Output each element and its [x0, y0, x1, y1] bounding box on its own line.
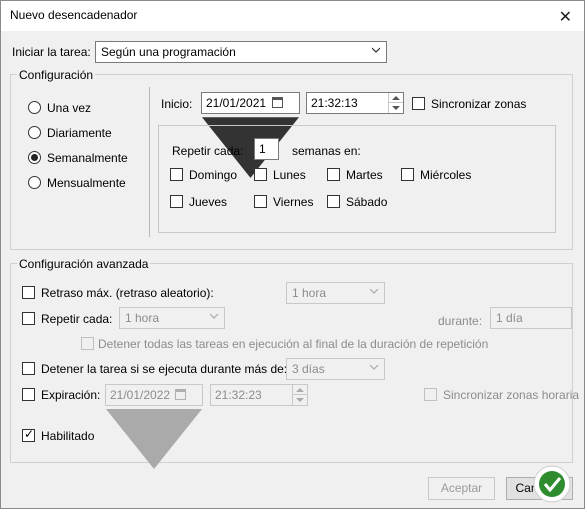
chevron-down-icon — [210, 313, 218, 319]
radio-weekly-label: Semanalmente — [47, 151, 128, 165]
start-time-spinner[interactable] — [388, 93, 403, 113]
close-icon[interactable]: ✕ — [559, 7, 572, 27]
day-thursday-label: Jueves — [189, 195, 228, 209]
expiration-time-value: 21:32:23 — [215, 388, 262, 402]
expiration-time-spinner[interactable] — [292, 385, 307, 405]
day-tuesday-label: Martes — [346, 168, 383, 182]
duration-select[interactable]: 1 día — [490, 307, 572, 329]
expiration-label: Expiración: — [41, 388, 101, 402]
stop-if-checkbox[interactable] — [22, 362, 35, 375]
day-tuesday-checkbox[interactable] — [327, 168, 340, 181]
delay-select[interactable]: 1 hora — [286, 282, 385, 304]
chevron-down-icon — [370, 288, 378, 294]
repeat-weeks-input[interactable]: 1 — [254, 138, 279, 160]
stop-all-checkbox[interactable] — [81, 337, 94, 350]
day-sunday-checkbox[interactable] — [170, 168, 183, 181]
start-label: Inicio: — [161, 97, 193, 111]
enabled-label: Habilitado — [41, 429, 95, 443]
stop-if-value: 3 días — [292, 362, 325, 376]
radio-monthly-label: Mensualmente — [47, 176, 126, 190]
repeat-label: Repetir cada: — [41, 312, 113, 326]
accept-button[interactable]: Aceptar — [428, 477, 495, 500]
stop-all-label: Detener todas las tareas en ejecución al… — [98, 337, 489, 351]
delay-checkbox[interactable] — [22, 286, 35, 299]
day-saturday-label: Sábado — [346, 195, 388, 209]
day-saturday-checkbox[interactable] — [327, 195, 340, 208]
repeat-weeks-value: 1 — [259, 142, 266, 156]
day-friday-label: Viernes — [273, 195, 314, 209]
start-task-select[interactable]: Según una programación — [95, 41, 387, 63]
duration-label: durante: — [438, 314, 483, 328]
calendar-icon — [175, 389, 186, 400]
sync-zones-label: Sincronizar zonas — [431, 97, 527, 111]
repeat-every-label: Repetir cada: — [172, 144, 244, 158]
delay-label: Retraso máx. (retraso aleatorio): — [41, 286, 214, 300]
expiration-time-field[interactable]: 21:32:23 — [210, 384, 308, 406]
start-date-value: 21/01/2021 — [206, 96, 267, 110]
expiration-checkbox[interactable] — [22, 388, 35, 401]
start-date-picker[interactable]: 21/01/2021 — [201, 92, 300, 178]
sync-zones-expiration-checkbox[interactable] — [424, 388, 437, 401]
title-bar: Nuevo desencadenador ✕ — [1, 1, 584, 31]
expiration-date-picker[interactable]: 21/01/2022 — [105, 384, 203, 469]
config-heading: Configuración — [17, 68, 96, 82]
stop-if-label: Detener la tarea si se ejecuta durante m… — [41, 362, 288, 376]
trigger-dialog: Nuevo desencadenador ✕ Iniciar la tarea:… — [0, 0, 585, 509]
start-time-value: 21:32:13 — [311, 96, 358, 110]
check-icon: ✓ — [24, 427, 35, 441]
solvetic-logo — [533, 465, 571, 503]
repeat-select[interactable]: 1 hora — [119, 307, 225, 329]
chevron-down-icon — [372, 47, 380, 53]
day-monday-checkbox[interactable] — [254, 168, 267, 181]
day-thursday-checkbox[interactable] — [170, 195, 183, 208]
duration-value: 1 día — [496, 311, 523, 325]
weeks-on-label: semanas en: — [292, 144, 361, 158]
start-task-value: Según una programación — [101, 45, 236, 59]
radio-once[interactable] — [28, 101, 41, 114]
repeat-value: 1 hora — [125, 311, 160, 325]
expiration-date-value: 21/01/2022 — [110, 388, 171, 402]
repeat-checkbox[interactable] — [22, 312, 35, 325]
sync-zones-expiration-label: Sincronizar zonas horaria — [443, 388, 580, 402]
window-title: Nuevo desencadenador — [10, 8, 138, 22]
advanced-heading: Configuración avanzada — [17, 257, 151, 271]
start-time-field[interactable]: 21:32:13 — [306, 92, 404, 114]
radio-daily[interactable] — [28, 126, 41, 139]
config-separator — [149, 87, 150, 237]
sync-zones-checkbox[interactable] — [412, 97, 425, 110]
day-wednesday-checkbox[interactable] — [401, 168, 414, 181]
enabled-checkbox[interactable]: ✓ — [22, 427, 35, 442]
radio-weekly[interactable] — [28, 151, 41, 164]
chevron-down-icon — [370, 364, 378, 370]
start-task-label: Iniciar la tarea: — [12, 45, 91, 59]
radio-monthly[interactable] — [28, 176, 41, 189]
delay-value: 1 hora — [292, 286, 327, 300]
day-monday-label: Lunes — [273, 168, 306, 182]
radio-daily-label: Diariamente — [47, 126, 112, 140]
calendar-icon — [272, 97, 283, 108]
day-sunday-label: Domingo — [189, 168, 238, 182]
day-friday-checkbox[interactable] — [254, 195, 267, 208]
day-wednesday-label: Miércoles — [420, 168, 472, 182]
stop-if-select[interactable]: 3 días — [286, 358, 385, 380]
radio-once-label: Una vez — [47, 101, 92, 115]
